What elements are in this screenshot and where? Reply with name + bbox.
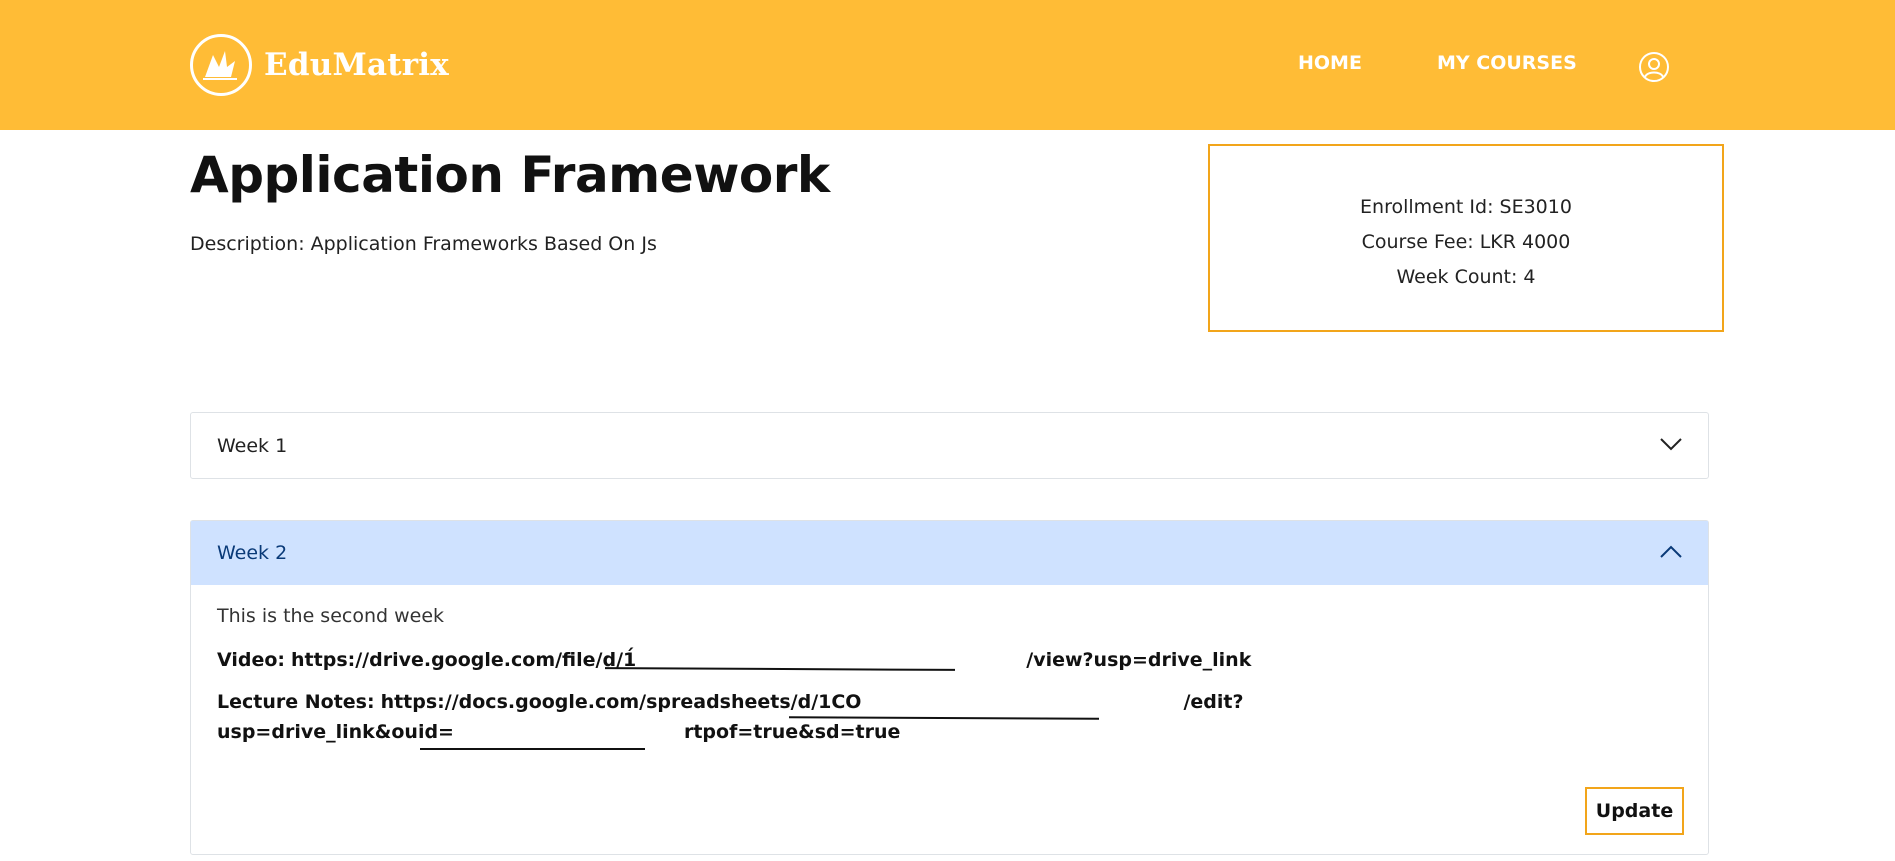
brand-name: EduMatrix bbox=[264, 47, 449, 83]
bird-logo-icon bbox=[190, 34, 252, 96]
redaction-line bbox=[420, 748, 645, 750]
week-title: Week 2 bbox=[217, 542, 288, 564]
week-2-body: This is the second week Video: https://dr… bbox=[191, 585, 1708, 855]
notes-link-start[interactable]: https://docs.google.com/spreadsheets/d/1… bbox=[381, 691, 862, 713]
update-button[interactable]: Update bbox=[1585, 787, 1684, 835]
week-2-header[interactable]: Week 2 bbox=[191, 521, 1708, 585]
course-fee: Course Fee: LKR 4000 bbox=[1361, 231, 1571, 253]
video-label: Video: bbox=[217, 649, 286, 671]
description-label: Description: bbox=[190, 233, 305, 255]
course-description: Description: Application Frameworks Based… bbox=[190, 233, 657, 255]
enrollment-id: Enrollment Id: SE3010 bbox=[1360, 196, 1572, 218]
course-title: Application Framework bbox=[190, 146, 830, 204]
description-text: Application Frameworks Based On Js bbox=[310, 233, 657, 255]
video-link-end[interactable]: /view?usp=drive_link bbox=[1026, 649, 1251, 671]
user-circle-icon[interactable] bbox=[1638, 51, 1670, 87]
week-1-header[interactable]: Week 1 bbox=[191, 413, 1708, 478]
week-description: This is the second week bbox=[217, 605, 445, 627]
week-count: Week Count: 4 bbox=[1396, 266, 1536, 288]
top-navbar: EduMatrix HOME MY COURSES bbox=[0, 0, 1895, 130]
brand[interactable]: EduMatrix bbox=[190, 34, 449, 96]
nav-home-link[interactable]: HOME bbox=[1298, 52, 1362, 74]
week-accordion-item: Week 1 bbox=[190, 412, 1709, 479]
week-accordion-item: Week 2 This is the second week Video: htt… bbox=[190, 520, 1709, 855]
video-link-start[interactable]: https://drive.google.com/file/d/1́ bbox=[291, 649, 636, 671]
notes-link-line2-end[interactable]: rtpof=true&sd=true bbox=[684, 721, 900, 743]
chevron-up-icon bbox=[1660, 544, 1682, 563]
chevron-down-icon bbox=[1660, 436, 1682, 455]
course-info-box: Enrollment Id: SE3010 Course Fee: LKR 40… bbox=[1208, 144, 1724, 332]
notes-link-end[interactable]: /edit? bbox=[1183, 691, 1243, 713]
nav-my-courses-link[interactable]: MY COURSES bbox=[1437, 52, 1577, 74]
notes-label: Lecture Notes: bbox=[217, 691, 375, 713]
notes-link-line2-start[interactable]: usp=drive_link&ouid= bbox=[217, 721, 454, 743]
week-title: Week 1 bbox=[217, 434, 288, 457]
